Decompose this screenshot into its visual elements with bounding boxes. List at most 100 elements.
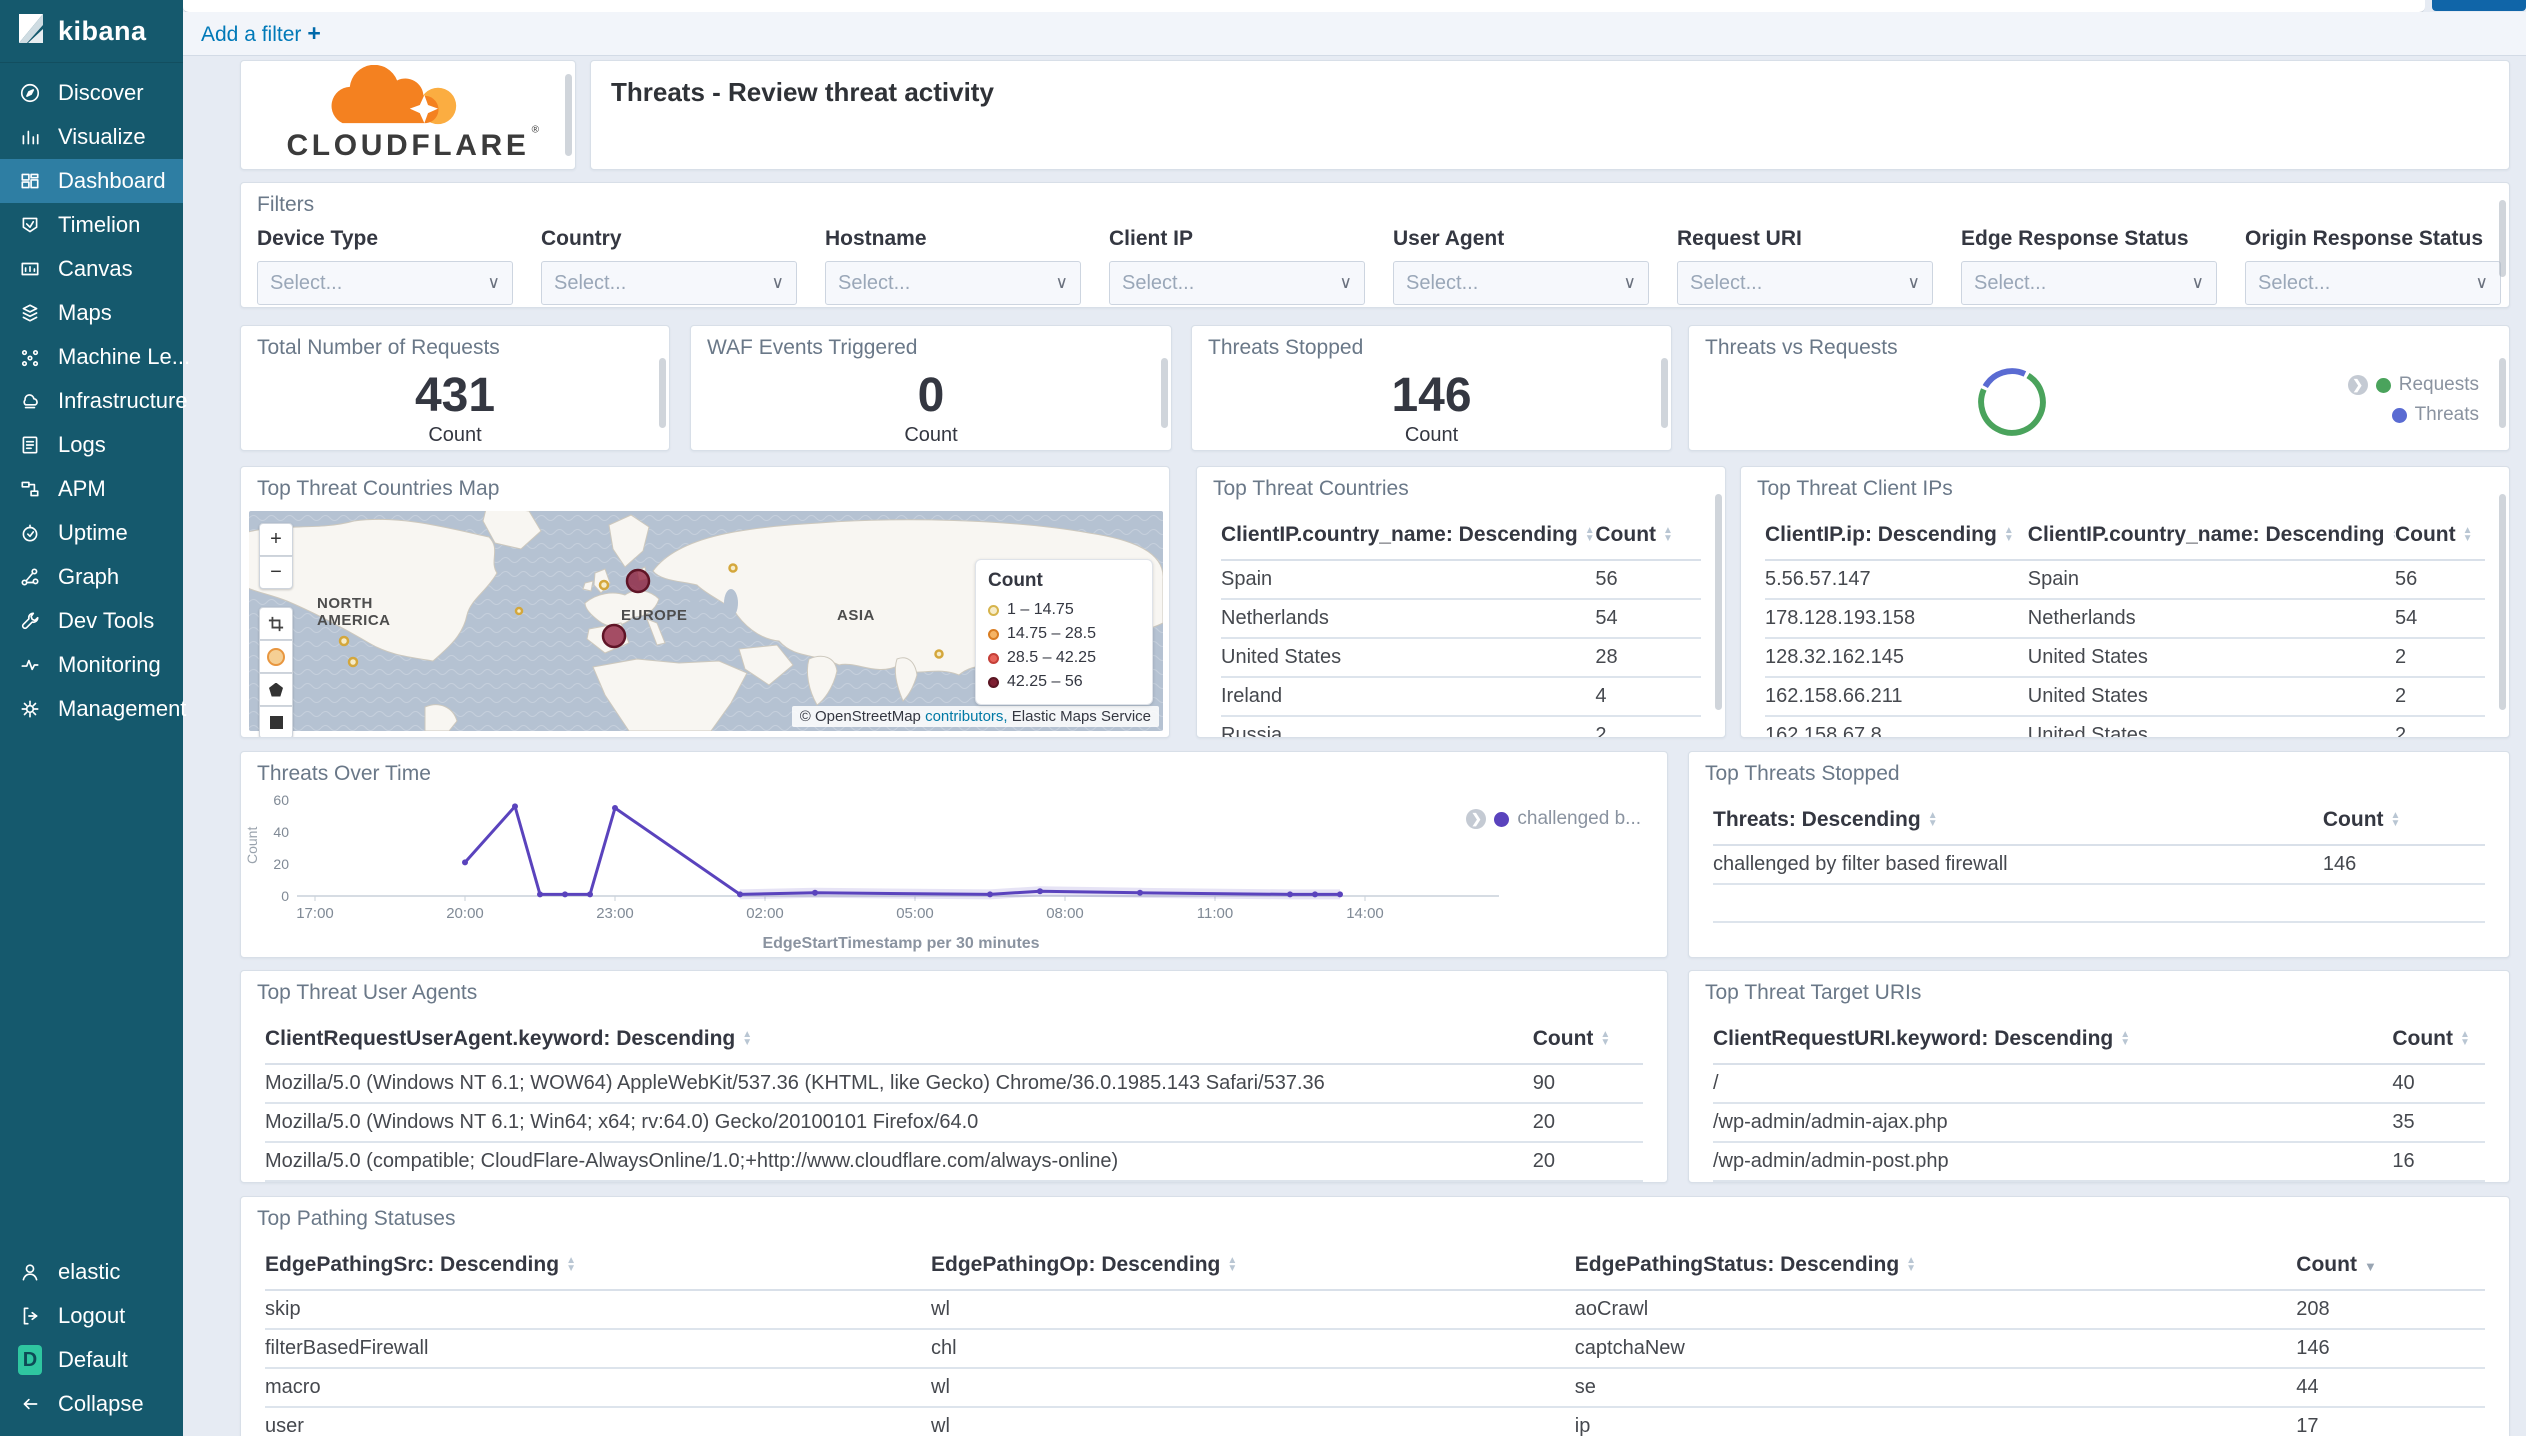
table-cell[interactable]: / xyxy=(1713,1064,2393,1104)
sidebar-item[interactable]: Uptime xyxy=(0,511,183,555)
table-cell[interactable]: 35 xyxy=(2392,1103,2485,1143)
legend-row[interactable]: ❯ Requests xyxy=(2347,370,2479,400)
scrollbar[interactable] xyxy=(1161,358,1168,428)
column-header[interactable]: ClientIP.country_name: Descending▲▼ xyxy=(2027,513,2395,561)
table-cell[interactable]: 2 xyxy=(1595,716,1701,737)
table-cell[interactable]: 40 xyxy=(2392,1064,2485,1104)
sort-icon[interactable]: ▲▼ xyxy=(1928,811,1938,829)
table-cell[interactable]: challenged by filter based firewall xyxy=(1713,845,2323,885)
line-chart[interactable]: Count 0 20 40 60 17:00 20:00 23:00 02:00 05:00 08:… xyxy=(241,778,1668,958)
series-legend-label[interactable]: challenged b... xyxy=(1517,808,1641,830)
chevron-right-icon[interactable]: ❯ xyxy=(1466,809,1487,829)
sidebar-footer-item[interactable]: elastic xyxy=(0,1250,183,1294)
table-cell[interactable]: chl xyxy=(931,1329,1575,1369)
column-header[interactable]: Count ▼ xyxy=(2296,1243,2485,1291)
table-cell[interactable]: Ireland xyxy=(1221,677,1596,717)
filter-select[interactable]: Select... ∨ xyxy=(257,261,513,305)
table-cell[interactable] xyxy=(2322,922,2485,957)
table-cell[interactable]: Mozilla/5.0 (Windows NT 6.1; WOW64) Appl… xyxy=(265,1064,1533,1104)
table-cell[interactable]: 4 xyxy=(1532,1181,1643,1182)
table-cell[interactable]: wl xyxy=(931,1368,1575,1408)
column-header[interactable]: ClientIP.ip: Descending ▲ ▼ xyxy=(1765,513,2028,561)
table-cell[interactable]: 20 xyxy=(1532,1142,1643,1182)
table-cell[interactable]: Mozilla/5.0 (Windows NT 6.1; Win64; x64;… xyxy=(265,1103,1533,1143)
table-cell[interactable] xyxy=(1713,884,2323,923)
polygon-tool-button[interactable] xyxy=(259,673,293,706)
table-cell[interactable]: 128.32.162.145 xyxy=(1765,638,2028,678)
column-header[interactable]: EdgePathingOp: Descending ▲ ▼ xyxy=(931,1243,1575,1291)
table-cell[interactable]: 208 xyxy=(2296,1290,2485,1330)
sort-desc-icon[interactable]: ▼ xyxy=(2364,1259,2377,1274)
sidebar-item[interactable]: Monitoring xyxy=(0,643,183,687)
table-cell[interactable]: 17 xyxy=(2296,1407,2485,1436)
sidebar-item[interactable]: Discover xyxy=(0,71,183,115)
table-cell[interactable]: ip xyxy=(1574,1407,2297,1436)
sort-icon[interactable]: ▲▼ xyxy=(1663,526,1673,544)
sidebar-item[interactable]: APM xyxy=(0,467,183,511)
map-bubble[interactable] xyxy=(347,656,359,668)
column-header[interactable]: Threats: Descending ▲ ▼ xyxy=(1713,798,2323,846)
legend-label[interactable]: Requests xyxy=(2399,374,2479,396)
table-cell[interactable]: 162.158.66.211 xyxy=(1765,677,2028,717)
map-bubble[interactable] xyxy=(598,579,610,591)
sort-icon[interactable]: ▲▼ xyxy=(566,1256,576,1274)
table-cell[interactable]: skip xyxy=(265,1290,931,1330)
table-cell[interactable]: United States xyxy=(2027,677,2395,717)
table-cell[interactable]: Netherlands xyxy=(2027,599,2395,639)
column-header[interactable]: EdgePathingSrc: Descending ▲ ▼ xyxy=(265,1243,931,1291)
kibana-logo[interactable]: kibana xyxy=(0,0,183,63)
table-cell[interactable]: /wp-admin/admin-ajax.php?action=update-z… xyxy=(1713,1181,2393,1182)
table-cell[interactable]: 44 xyxy=(2296,1368,2485,1408)
table-cell[interactable]: 146 xyxy=(2322,845,2485,885)
map-bubble[interactable] xyxy=(601,623,627,649)
map-bubble[interactable] xyxy=(934,649,944,659)
map-bubble[interactable] xyxy=(338,635,350,647)
table-cell[interactable]: 178.128.193.158 xyxy=(1765,599,2028,639)
column-header[interactable]: Count ▲ ▼ xyxy=(2322,798,2485,846)
table-cell[interactable]: 20 xyxy=(1532,1103,1643,1143)
sort-icon[interactable]: ▲▼ xyxy=(1600,1030,1610,1048)
table-cell[interactable]: wl xyxy=(931,1407,1575,1436)
sidebar-item[interactable]: Maps xyxy=(0,291,183,335)
filter-select[interactable]: Select... ∨ xyxy=(2245,261,2501,305)
filter-select[interactable]: Select... ∨ xyxy=(1393,261,1649,305)
sort-icon[interactable]: ▲▼ xyxy=(2120,1030,2130,1048)
sidebar-item[interactable]: Infrastructure xyxy=(0,379,188,423)
sidebar-footer-item[interactable]: D Default xyxy=(0,1338,183,1382)
donut-chart[interactable] xyxy=(1974,364,2050,440)
rectangle-tool-button[interactable] xyxy=(259,706,293,737)
sidebar-item[interactable]: Timelion xyxy=(0,203,183,247)
scrollbar[interactable] xyxy=(1661,358,1668,428)
table-cell[interactable] xyxy=(2322,884,2485,923)
zoom-out-button[interactable]: − xyxy=(259,556,293,589)
legend-label[interactable]: Threats xyxy=(2415,404,2479,426)
filter-select[interactable]: Select... ∨ xyxy=(825,261,1081,305)
table-cell[interactable]: Netherlands xyxy=(1221,599,1596,639)
table-cell[interactable] xyxy=(1713,922,2323,957)
table-cell[interactable]: wl xyxy=(931,1290,1575,1330)
table-cell[interactable]: captchaNew xyxy=(1574,1329,2297,1369)
table-cell[interactable]: macro xyxy=(265,1368,931,1408)
table-cell[interactable]: Spain xyxy=(1221,560,1596,600)
table-cell[interactable]: se xyxy=(1574,1368,2297,1408)
scrollbar[interactable] xyxy=(2499,200,2506,278)
column-header[interactable]: Count ▲ ▼ xyxy=(1532,1017,1643,1065)
sidebar-item[interactable]: Canvas xyxy=(0,247,183,291)
table-cell[interactable]: 2 xyxy=(2394,716,2485,737)
scrollbar[interactable] xyxy=(659,358,666,428)
sort-icon[interactable]: ▲▼ xyxy=(1227,1256,1237,1274)
table-cell[interactable]: /wp-admin/admin-post.php xyxy=(1713,1142,2393,1182)
table-cell[interactable]: United States xyxy=(1221,638,1596,678)
world-map[interactable]: NORTH AMERICA EUROPE ASIA © OpenStreetMa… xyxy=(249,511,1163,731)
column-header[interactable]: ClientIP.country_name: Descending▲▼ xyxy=(1221,513,1596,561)
table-cell[interactable]: Mozilla/5.0 (compatible; MSIE 9.0; Windo… xyxy=(265,1181,1533,1182)
table-cell[interactable]: United States xyxy=(2027,638,2395,678)
table-cell[interactable]: aoCrawl xyxy=(1574,1290,2297,1330)
table-cell[interactable]: user xyxy=(265,1407,931,1436)
table-cell[interactable]: Mozilla/5.0 (compatible; CloudFlare-Alwa… xyxy=(265,1142,1533,1182)
table-cell[interactable]: Russia xyxy=(1221,716,1596,737)
table-cell[interactable]: 2 xyxy=(2394,677,2485,717)
table-cell[interactable]: 5.56.57.147 xyxy=(1765,560,2028,600)
table-cell[interactable]: United States xyxy=(2027,716,2395,737)
table-cell[interactable]: filterBasedFirewall xyxy=(265,1329,931,1369)
